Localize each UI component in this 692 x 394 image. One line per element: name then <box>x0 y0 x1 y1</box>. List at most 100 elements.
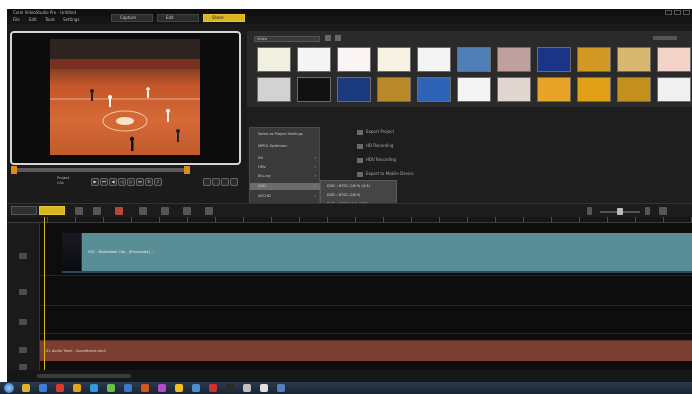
audio-clip[interactable]: 01 Audio Track - Soundtrack.mp3 <box>40 340 692 361</box>
taskbar-app-icon[interactable] <box>277 384 285 392</box>
enlarge-icon[interactable] <box>203 178 211 186</box>
taskbar-app-icon[interactable] <box>141 384 149 392</box>
hd-recording-option[interactable]: HD Recording <box>357 143 393 149</box>
library-thumbnail[interactable] <box>617 77 651 102</box>
taskbar-app-icon[interactable] <box>243 384 251 392</box>
menu-settings[interactable]: Settings <box>63 17 79 22</box>
trim-end-marker[interactable] <box>184 166 190 174</box>
library-thumbnail[interactable] <box>297 47 331 72</box>
tab-share[interactable]: Share <box>203 14 245 22</box>
menu-tools[interactable]: Tools <box>45 17 55 22</box>
maximize-button[interactable] <box>674 10 681 15</box>
taskbar-app-icon[interactable] <box>22 384 30 392</box>
scrollbar-thumb[interactable] <box>37 374 131 378</box>
mode-clip[interactable]: Clip <box>57 181 69 186</box>
library-thumbnail[interactable] <box>537 47 571 72</box>
thumbnail-size-slider[interactable] <box>653 36 677 40</box>
video-track-icon[interactable] <box>19 253 27 259</box>
library-thumbnail[interactable] <box>657 47 691 72</box>
motion-tracking-icon[interactable] <box>183 207 191 215</box>
overlay-track-icon[interactable] <box>19 289 27 295</box>
video-clip[interactable]: V01 - Basketball Clip - [Processed] ... <box>62 233 692 273</box>
library-thumbnail[interactable] <box>377 47 411 72</box>
taskbar-app-icon[interactable] <box>192 384 200 392</box>
taskbar-app-icon[interactable] <box>158 384 166 392</box>
step-back-icon[interactable]: ◁ <box>118 178 126 186</box>
preview-window[interactable] <box>10 31 241 165</box>
menu-item-avchd[interactable]: AVCHD <box>258 194 271 198</box>
export-mobile-option[interactable]: Export to Mobile Device <box>357 171 414 177</box>
subtitle-editor-icon[interactable] <box>205 207 213 215</box>
taskbar-app-icon[interactable] <box>209 384 217 392</box>
sort-icon[interactable] <box>335 35 341 41</box>
library-thumbnail[interactable] <box>417 77 451 102</box>
library-folder-dropdown[interactable]: Video <box>254 36 320 42</box>
end-icon[interactable]: ⏭ <box>136 178 144 186</box>
library-thumbnail[interactable] <box>457 47 491 72</box>
start-button[interactable] <box>4 383 14 393</box>
library-thumbnail[interactable] <box>657 77 691 102</box>
tab-capture[interactable]: Capture <box>111 14 153 22</box>
voice-track-icon[interactable] <box>19 347 27 353</box>
auto-music-icon[interactable] <box>161 207 169 215</box>
taskbar-app-icon[interactable] <box>175 384 183 392</box>
mark-in-icon[interactable] <box>221 178 229 186</box>
record-capture-icon[interactable] <box>115 207 123 215</box>
zoom-slider-knob[interactable] <box>617 208 623 215</box>
tab-edit[interactable]: Edit <box>157 14 199 22</box>
library-thumbnail[interactable] <box>497 47 531 72</box>
menu-item-blu-ray[interactable]: Blu-ray <box>258 174 271 178</box>
import-media-icon[interactable] <box>325 35 331 41</box>
timeline-scrollbar[interactable] <box>7 370 692 382</box>
zoom-out-icon[interactable] <box>587 207 592 215</box>
library-thumbnail[interactable] <box>337 47 371 72</box>
library-thumbnail[interactable] <box>497 77 531 102</box>
minimize-button[interactable] <box>665 10 672 15</box>
timeline-playhead[interactable] <box>44 217 45 370</box>
taskbar-app-icon[interactable] <box>39 384 47 392</box>
library-thumbnail[interactable] <box>577 47 611 72</box>
submenu-item-dvd-2[interactable]: DVD - NTSC (16:9) <box>327 193 360 197</box>
taskbar-app-icon[interactable] <box>107 384 115 392</box>
repeat-icon[interactable]: ↻ <box>145 178 153 186</box>
mark-out-icon[interactable] <box>230 178 238 186</box>
undo-icon[interactable] <box>75 207 83 215</box>
play-icon[interactable]: ▶ <box>91 178 99 186</box>
submenu-item-dvd-1[interactable]: DVD - NTSC (16:9) (4:3) <box>327 184 370 188</box>
trim-start-marker[interactable] <box>11 166 17 174</box>
taskbar-app-icon[interactable] <box>260 384 268 392</box>
menu-item-hdv[interactable]: HDV <box>258 165 266 169</box>
taskbar-app-icon[interactable] <box>90 384 98 392</box>
preview-mode-selector[interactable]: Project Clip <box>57 176 69 186</box>
step-forward-icon[interactable]: ▷ <box>127 178 135 186</box>
export-project-option[interactable]: Export Project <box>357 129 394 135</box>
taskbar-app-icon[interactable] <box>56 384 64 392</box>
library-thumbnail[interactable] <box>257 77 291 102</box>
library-thumbnail[interactable] <box>257 47 291 72</box>
sound-mixer-icon[interactable] <box>139 207 147 215</box>
library-thumbnail[interactable] <box>417 47 451 72</box>
library-thumbnail[interactable] <box>577 77 611 102</box>
library-thumbnail[interactable] <box>297 77 331 102</box>
title-track-icon[interactable] <box>19 319 27 325</box>
menu-item-dvd[interactable]: DVD <box>258 184 266 188</box>
close-button[interactable] <box>683 10 690 15</box>
menu-file[interactable]: File <box>13 17 20 22</box>
rewind-icon[interactable]: ◀ <box>109 178 117 186</box>
library-thumbnail[interactable] <box>337 77 371 102</box>
library-thumbnail[interactable] <box>377 77 411 102</box>
storyboard-view-button[interactable] <box>11 206 37 215</box>
taskbar-app-icon[interactable] <box>124 384 132 392</box>
timeline-view-button[interactable] <box>39 206 65 215</box>
menu-item-dv[interactable]: DV <box>258 156 263 160</box>
library-thumbnail[interactable] <box>537 77 571 102</box>
taskbar-app-icon[interactable] <box>226 384 234 392</box>
library-thumbnail[interactable] <box>457 77 491 102</box>
hdv-recording-option[interactable]: HDV Recording <box>357 157 396 163</box>
start-icon[interactable]: ⏮ <box>100 178 108 186</box>
split-icon[interactable] <box>212 178 220 186</box>
menu-item-mpeg-optimizer[interactable]: MPEG Optimizer <box>258 144 287 148</box>
menu-edit[interactable]: Edit <box>29 17 37 22</box>
menu-item-same-as-project[interactable]: Same as Project Settings <box>258 132 303 136</box>
library-thumbnail[interactable] <box>617 47 651 72</box>
